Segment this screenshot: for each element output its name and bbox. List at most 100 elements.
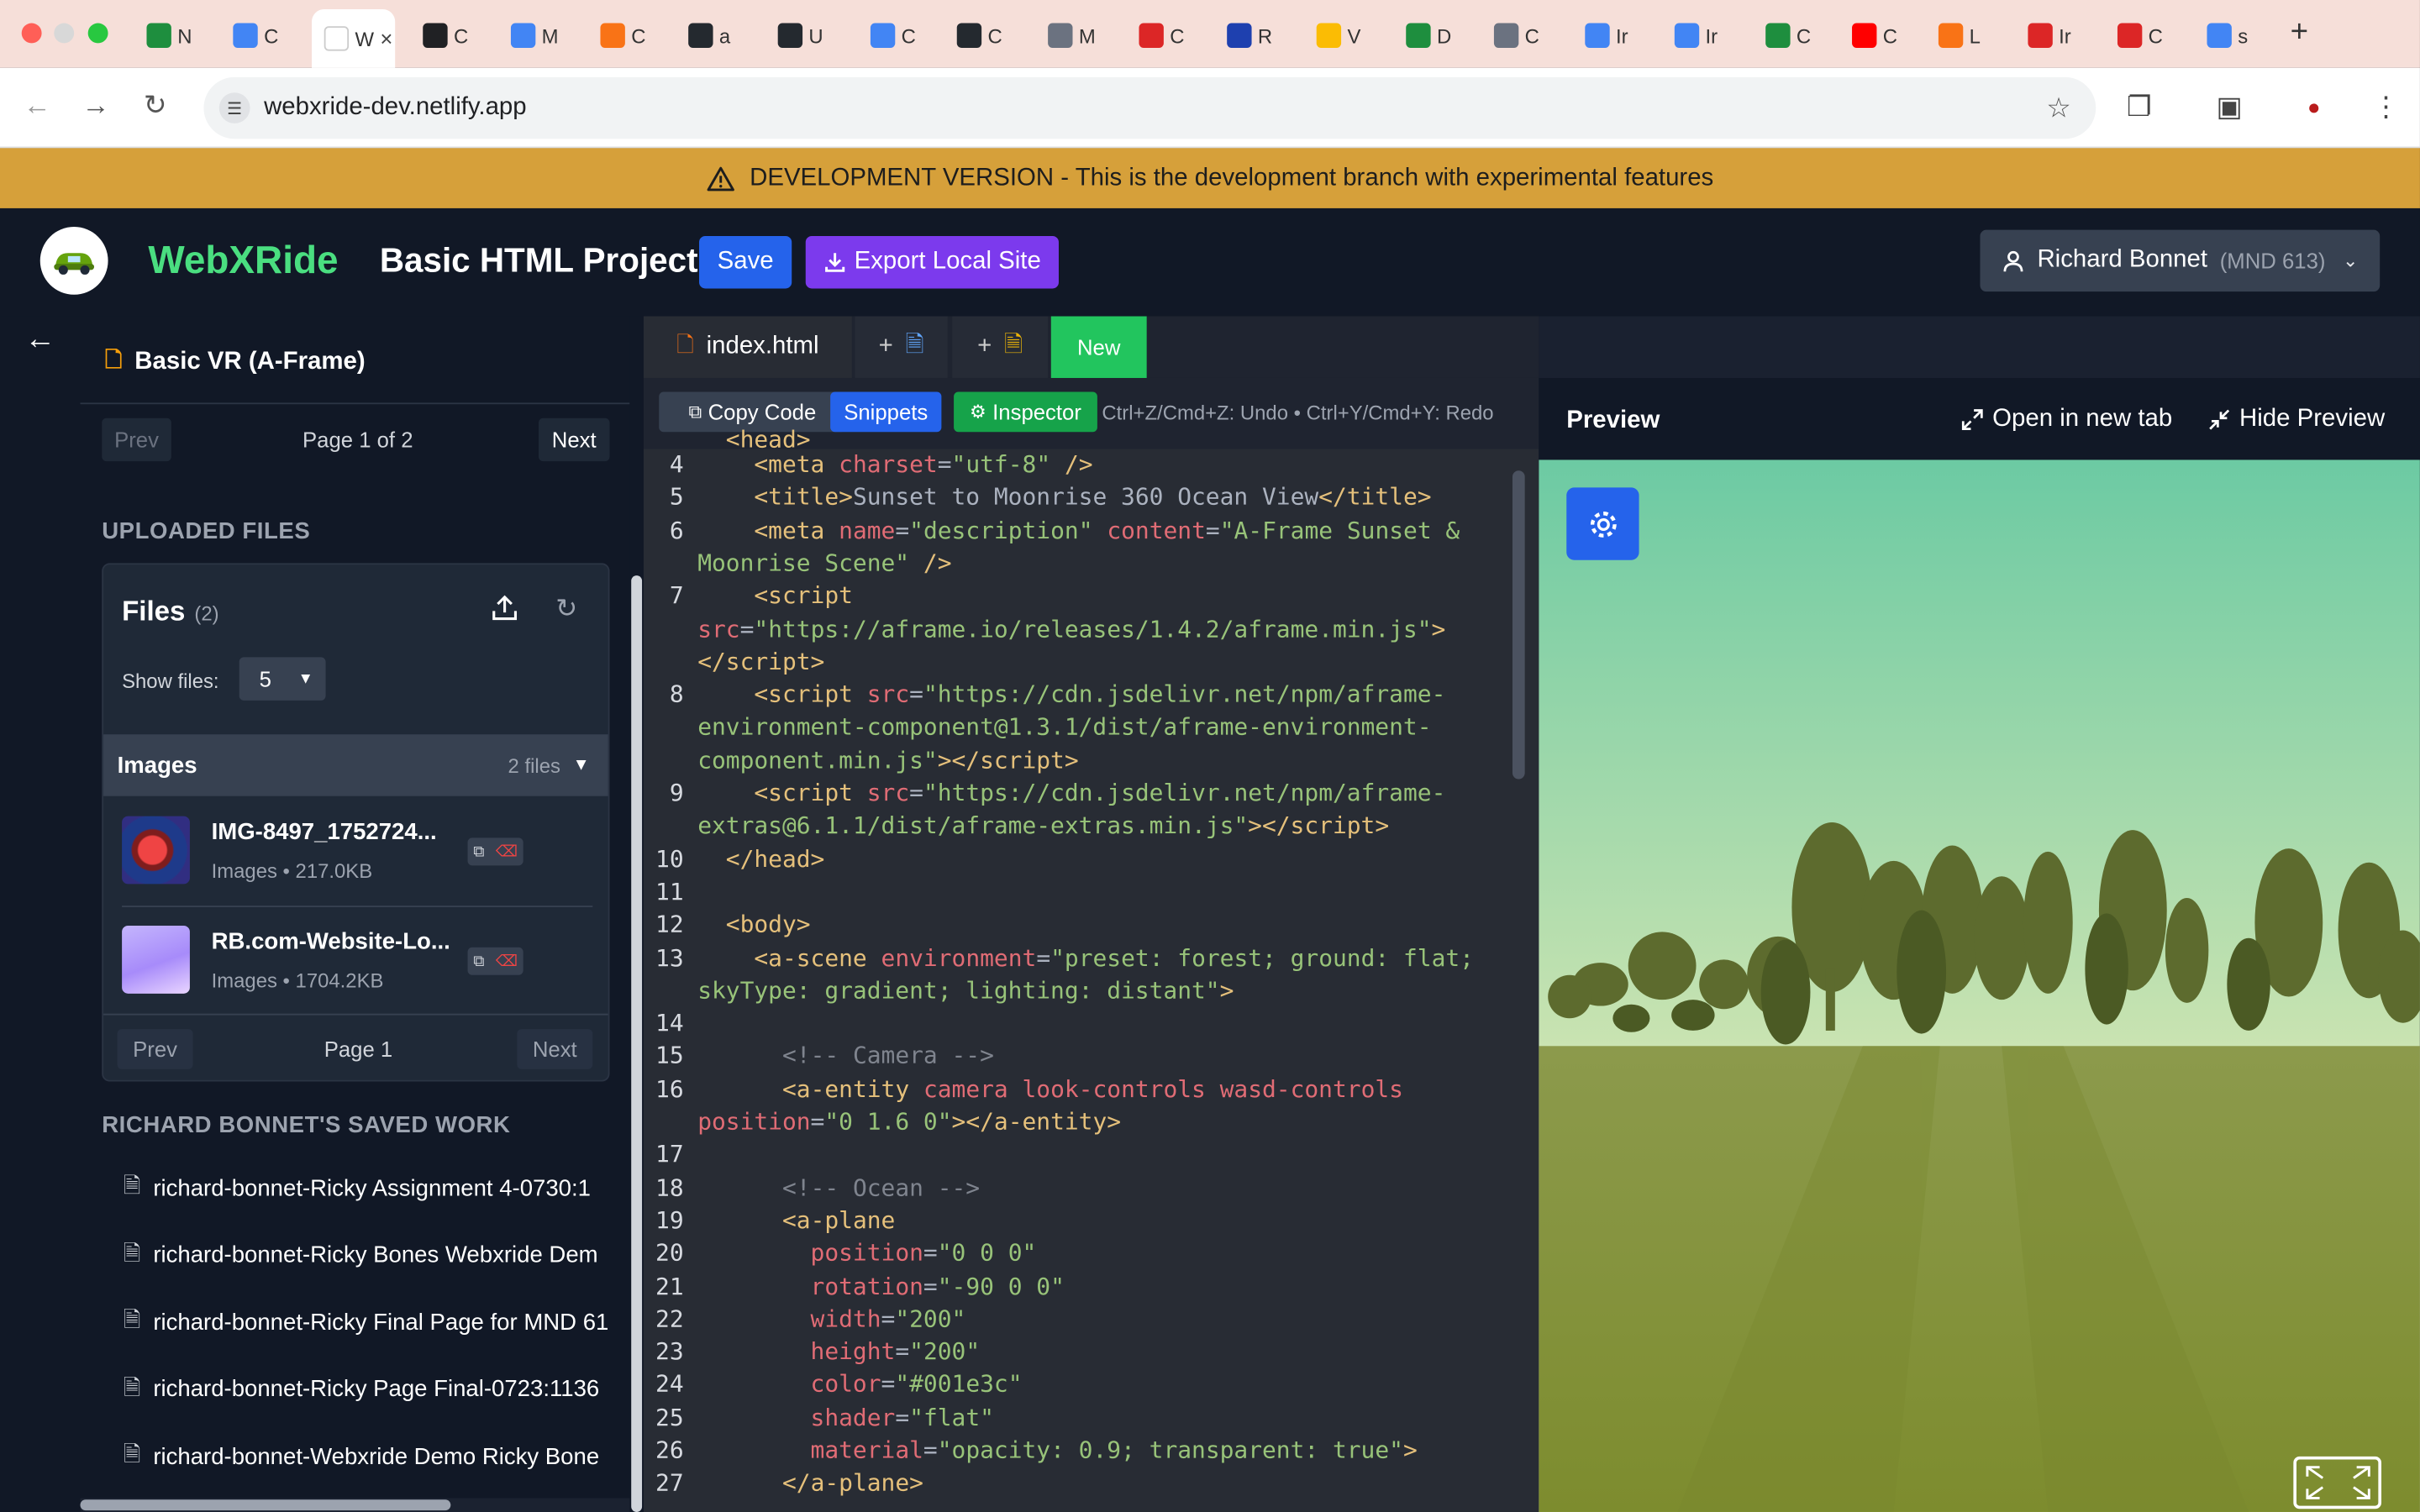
open-in-new-tab-button[interactable]: Open in new tab xyxy=(1961,406,2172,433)
tab-index-html[interactable]: 🗋 index.html xyxy=(643,316,852,378)
templates-page-info: Page 1 of 2 xyxy=(302,427,413,453)
tab-title: N xyxy=(177,24,192,48)
refresh-icon[interactable]: ↻ xyxy=(555,594,577,625)
save-button[interactable]: Save xyxy=(699,236,792,289)
templates-next-button[interactable]: Next xyxy=(539,417,610,462)
zoom-window-button[interactable] xyxy=(87,23,108,44)
back-arrow-icon[interactable]: ← xyxy=(24,323,55,358)
templates-prev-button[interactable]: Prev xyxy=(102,417,171,462)
editor-scrollbar-thumb[interactable] xyxy=(1512,470,1525,780)
collapse-icon xyxy=(2209,409,2230,430)
browser-tab[interactable]: C xyxy=(411,13,485,59)
tab-title: W xyxy=(355,27,374,50)
copy-icon[interactable]: ⧉ xyxy=(473,953,484,969)
browser-tab[interactable]: C xyxy=(1839,13,1913,59)
code-text: <a-entity camera look-controls wasd-cont… xyxy=(781,1074,1403,1103)
images-group-header[interactable]: Images 2 files ▼ xyxy=(103,734,608,796)
new-tab-button[interactable]: + xyxy=(2291,15,2308,50)
browser-tab[interactable]: C xyxy=(588,13,662,59)
undo-redo-hint: Ctrl+Z/Cmd+Z: Undo • Ctrl+Y/Cmd+Y: Redo xyxy=(1102,401,1494,425)
add-js-file-button[interactable]: + 🗎 xyxy=(952,316,1049,378)
browser-tab[interactable]: a xyxy=(676,13,750,59)
extensions-icon[interactable]: ❐ xyxy=(2127,91,2152,123)
browser-tab[interactable]: C xyxy=(1753,13,1827,59)
browser-tab[interactable]: U xyxy=(765,13,839,59)
browser-tab[interactable]: C xyxy=(944,13,1018,59)
saved-work-item[interactable]: 🗎 richard-bonnet-Ricky Page Final-0723:11… xyxy=(124,1371,599,1408)
saved-work-item[interactable]: 🗎 richard-bonnet-Ricky Bones Webxride Dem xyxy=(124,1236,598,1273)
tab-title: C xyxy=(631,24,646,48)
line-number: 26 xyxy=(655,1436,684,1465)
user-menu[interactable]: Richard Bonnet (MND 613) ⌄ xyxy=(1980,229,2381,292)
browser-tab[interactable]: W × xyxy=(312,9,396,68)
files-prev-button[interactable]: Prev xyxy=(117,1029,193,1069)
app-logo[interactable] xyxy=(39,226,108,295)
address-bar[interactable]: ☰ webxride-dev.netlify.app ☆ xyxy=(203,76,2096,139)
copy-icon[interactable]: ⧉ xyxy=(473,843,484,860)
scene-settings-button[interactable] xyxy=(1566,487,1639,560)
document-icon: 🗎 xyxy=(123,1441,141,1466)
new-file-button[interactable]: New xyxy=(1050,316,1147,378)
saved-work-item[interactable]: 🗎 richard-bonnet-Ricky Final Page for MND… xyxy=(124,1304,608,1341)
template-item[interactable]: 🗋 Basic VR (A-Frame) xyxy=(105,344,366,381)
browser-tab[interactable]: L xyxy=(1926,13,2000,59)
file-meta: Images • 217.0KB xyxy=(211,859,373,883)
export-local-site-button[interactable]: Export Local Site xyxy=(805,236,1059,289)
bookmark-star-icon[interactable]: ☆ xyxy=(2046,92,2071,124)
sidebar-scrollbar[interactable] xyxy=(629,316,644,1512)
saved-work-item[interactable]: 🗎 richard-bonnet-Webxride Demo Ricky Bone xyxy=(124,1438,599,1475)
profile-avatar-icon[interactable]: ● xyxy=(2307,94,2321,118)
sidebar-horizontal-scrollbar[interactable] xyxy=(80,1498,630,1512)
file-row[interactable]: RB.com-Website-Lo... Images • 1704.2KB ⧉… xyxy=(103,907,608,1016)
browser-tab[interactable]: N xyxy=(134,13,208,59)
browser-tab[interactable]: Ir xyxy=(1573,13,1647,59)
inspector-button[interactable]: ⚙ Inspector xyxy=(954,391,1097,433)
browser-tab[interactable]: C xyxy=(1481,13,1555,59)
code-text: <title>Sunset to Moonrise 360 Ocean View… xyxy=(754,483,1432,512)
snippets-button[interactable]: Snippets xyxy=(830,391,942,433)
browser-tab[interactable]: M xyxy=(1035,13,1109,59)
url-text[interactable]: webxride-dev.netlify.app xyxy=(264,94,527,122)
browser-tab[interactable]: M xyxy=(498,13,572,59)
tab-favicon-icon xyxy=(777,23,803,48)
hide-preview-button[interactable]: Hide Preview xyxy=(2208,406,2385,433)
trash-icon[interactable]: ⌫ xyxy=(496,953,518,969)
browser-tab[interactable]: Ir xyxy=(2016,13,2090,59)
browser-menu-icon[interactable]: ⋮ xyxy=(2372,91,2400,123)
reload-icon[interactable]: ↻ xyxy=(144,90,167,123)
gear-icon: ⚙ xyxy=(970,401,986,423)
fullscreen-button[interactable] xyxy=(2293,1456,2382,1509)
vr-scene-preview[interactable] xyxy=(1539,459,2420,1512)
close-window-button[interactable] xyxy=(21,23,42,44)
files-next-button[interactable]: Next xyxy=(517,1029,593,1069)
browser-tab[interactable]: C xyxy=(858,13,932,59)
browser-tab[interactable]: Ir xyxy=(1662,13,1736,59)
browser-tab[interactable]: C xyxy=(2105,13,2179,59)
browser-tab[interactable]: C xyxy=(221,13,295,59)
browser-tab[interactable]: C xyxy=(1127,13,1201,59)
user-name: Richard Bonnet xyxy=(2037,246,2208,274)
tab-title: M xyxy=(1078,24,1096,48)
code-area[interactable]: <head> 4 <meta charset="utf-8" /> 5 <title… xyxy=(644,426,1520,1511)
add-html-file-button[interactable]: + 🗎 xyxy=(855,316,948,378)
tab-favicon-icon xyxy=(956,23,982,48)
minimize-window-button[interactable] xyxy=(54,23,75,44)
tab-favicon-icon xyxy=(1765,23,1791,48)
scrollbar-thumb[interactable] xyxy=(631,575,643,1512)
site-settings-icon[interactable]: ☰ xyxy=(218,92,250,123)
back-arrow-icon[interactable]: ← xyxy=(24,90,51,123)
upload-icon[interactable] xyxy=(491,594,518,629)
brand-name[interactable]: WebXRide xyxy=(148,239,338,284)
file-row[interactable]: IMG-8497_1752724... Images • 217.0KB ⧉ ⌫ xyxy=(103,798,608,907)
scrollbar-thumb[interactable] xyxy=(80,1499,451,1511)
browser-tab[interactable]: R xyxy=(1214,13,1288,59)
cast-search-icon[interactable]: ▣ xyxy=(2217,91,2243,123)
browser-tab[interactable]: D xyxy=(1394,13,1468,59)
show-files-select[interactable]: 5 ▼ xyxy=(239,657,326,701)
browser-tab[interactable]: V xyxy=(1304,13,1378,59)
trash-icon[interactable]: ⌫ xyxy=(496,843,518,860)
close-tab-icon[interactable]: × xyxy=(380,26,392,50)
saved-work-item[interactable]: 🗎 richard-bonnet-Ricky Assignment 4-0730:… xyxy=(124,1169,591,1206)
browser-tab[interactable]: s xyxy=(2195,13,2269,59)
forward-arrow-icon[interactable]: → xyxy=(82,90,109,123)
